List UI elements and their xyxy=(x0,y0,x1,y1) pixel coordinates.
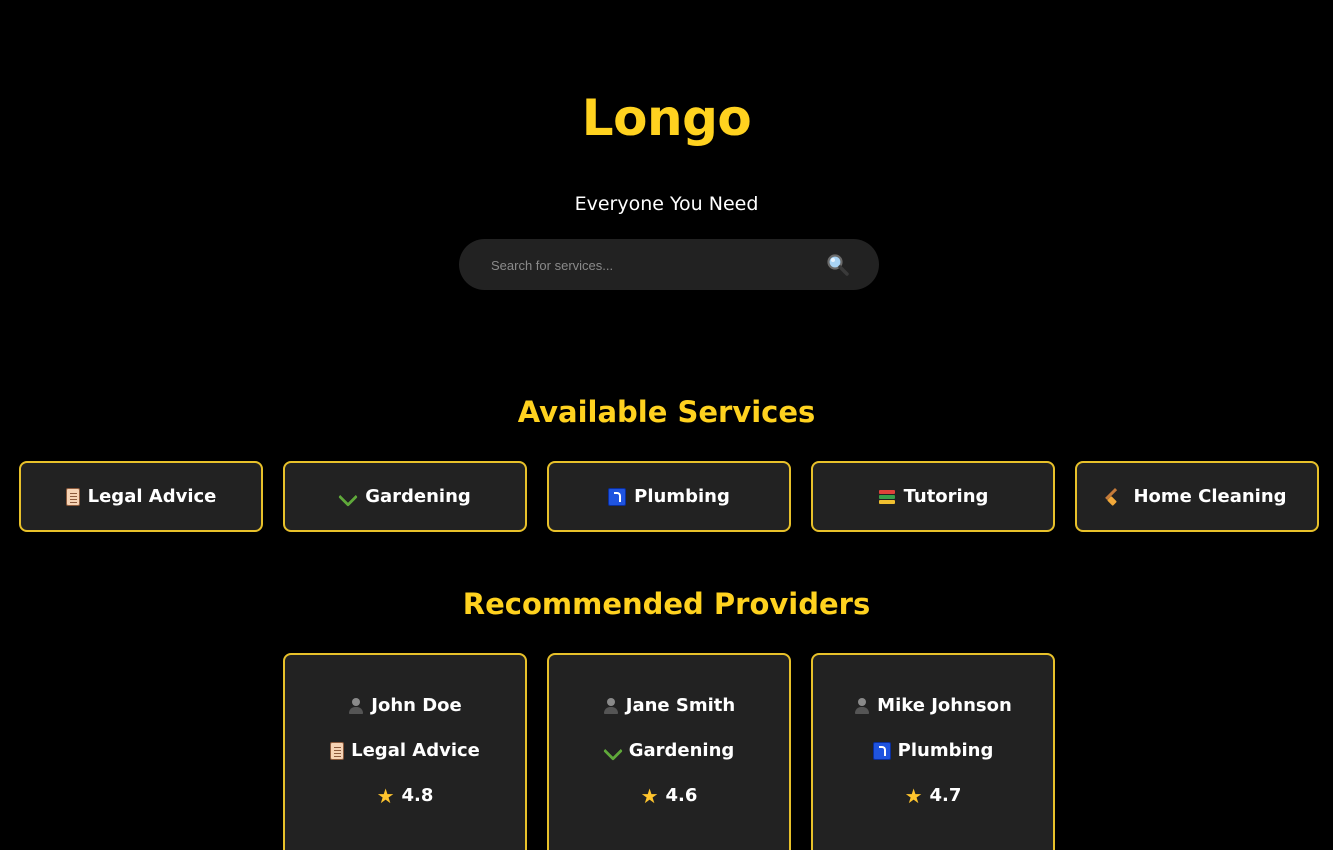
plumbing-icon xyxy=(872,741,891,760)
tagline: Everyone You Need xyxy=(574,193,759,215)
search-bar xyxy=(459,239,879,292)
provider-rating-row: ★ 4.7 xyxy=(813,785,1053,806)
person-icon xyxy=(854,697,870,715)
provider-name-row: Jane Smith xyxy=(549,695,789,716)
page: Longo Everyone You Need Available Servic… xyxy=(0,0,1333,850)
star-icon: ★ xyxy=(904,783,923,808)
services-heading: Available Services xyxy=(517,395,816,429)
service-label: Legal Advice xyxy=(87,486,217,507)
provider-name: John Doe xyxy=(371,695,462,716)
star-icon: ★ xyxy=(376,783,395,808)
provider-rating: 4.8 xyxy=(401,785,434,806)
provider-service: Plumbing xyxy=(897,740,994,761)
provider-rating: 4.7 xyxy=(929,785,962,806)
search-input[interactable] xyxy=(489,239,813,292)
service-label: Gardening xyxy=(365,486,471,507)
provider-service-row: Plumbing xyxy=(813,740,1053,761)
service-card-gardening[interactable]: Gardening xyxy=(283,461,527,532)
provider-rating-row: ★ 4.6 xyxy=(549,785,789,806)
provider-name: Mike Johnson xyxy=(877,695,1012,716)
broom-icon xyxy=(1107,488,1125,506)
brand-logo: Longo xyxy=(581,89,752,147)
provider-name: Jane Smith xyxy=(625,695,736,716)
herb-icon xyxy=(339,488,357,506)
provider-service: Legal Advice xyxy=(351,740,480,761)
scroll-icon xyxy=(65,487,80,506)
service-card-legal-advice[interactable]: Legal Advice xyxy=(19,461,263,532)
service-label: Tutoring xyxy=(903,486,989,507)
provider-card[interactable]: Jane Smith Gardening ★ 4.6 xyxy=(547,653,791,850)
provider-rating-row: ★ 4.8 xyxy=(285,785,525,806)
scroll-icon xyxy=(330,741,345,760)
service-label: Home Cleaning xyxy=(1133,486,1287,507)
service-label: Plumbing xyxy=(634,486,730,507)
provider-service: Gardening xyxy=(628,740,735,761)
service-card-plumbing[interactable]: Plumbing xyxy=(547,461,791,532)
provider-service-row: Legal Advice xyxy=(285,740,525,761)
provider-card[interactable]: John Doe Legal Advice ★ 4.8 xyxy=(283,653,527,850)
star-icon: ★ xyxy=(640,783,659,808)
provider-service-row: Gardening xyxy=(549,740,789,761)
magnifier-icon xyxy=(827,254,849,276)
person-icon xyxy=(603,697,619,715)
books-icon xyxy=(878,489,896,505)
plumbing-icon xyxy=(608,487,627,506)
service-card-home-cleaning[interactable]: Home Cleaning xyxy=(1075,461,1319,532)
search-button[interactable] xyxy=(825,252,851,278)
service-card-tutoring[interactable]: Tutoring xyxy=(811,461,1055,532)
provider-card[interactable]: Mike Johnson Plumbing ★ 4.7 xyxy=(811,653,1055,850)
provider-name-row: Mike Johnson xyxy=(813,695,1053,716)
provider-name-row: John Doe xyxy=(285,695,525,716)
providers-heading: Recommended Providers xyxy=(462,587,871,621)
provider-rating: 4.6 xyxy=(665,785,698,806)
person-icon xyxy=(348,697,364,715)
herb-icon xyxy=(604,742,622,760)
